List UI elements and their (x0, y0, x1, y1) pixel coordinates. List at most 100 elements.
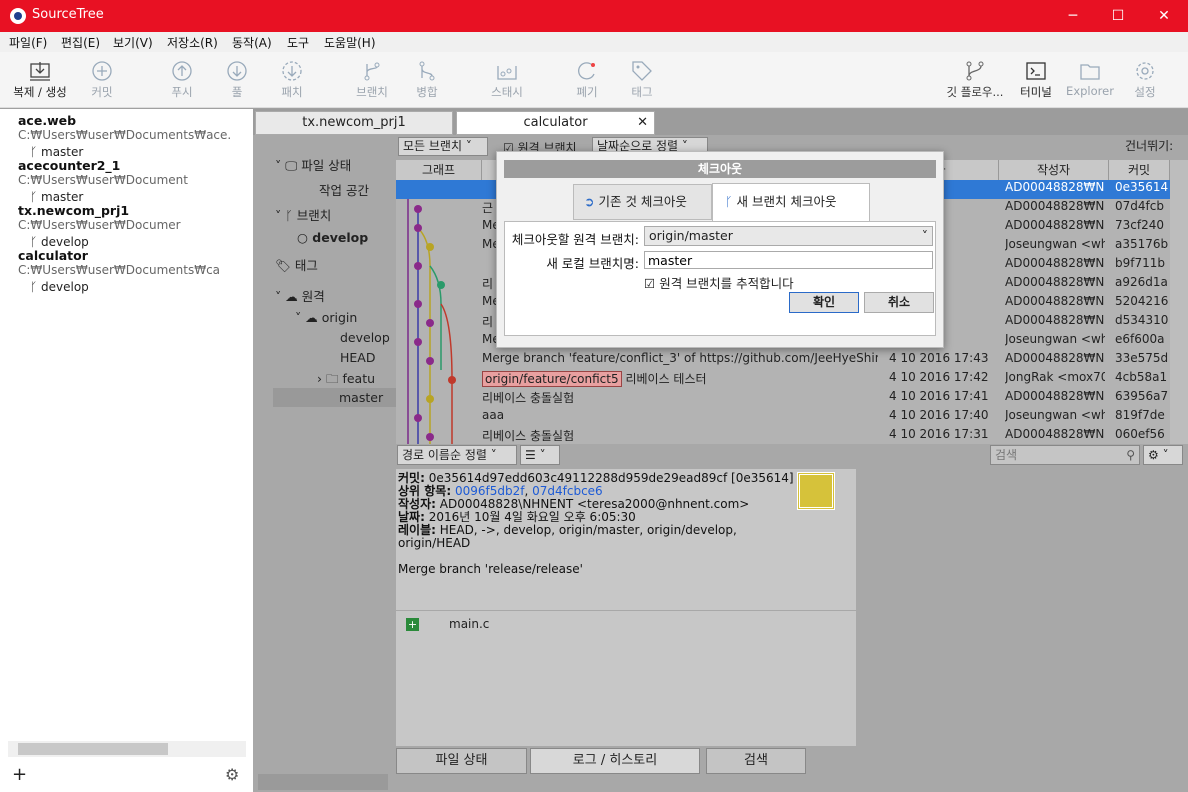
menu-help[interactable]: 도움말(H) (324, 34, 376, 51)
tree-file-status[interactable]: ˅ 🖵 파일 상태 (275, 155, 351, 174)
tree-workspace[interactable]: 작업 공간 (319, 180, 369, 199)
table-row[interactable]: 리베이스 충돌실험 4 10 2016 17:41 AD00048828₩NH 639… (396, 389, 1170, 408)
branch-icon: ᚴ (725, 194, 733, 209)
settings-button[interactable]: 설정 (1113, 52, 1177, 108)
all-branches-dropdown[interactable]: 모든 브랜치 ˅ (398, 137, 488, 156)
parent-link[interactable]: 0096f5db2f (455, 484, 525, 498)
plus-circle-icon (92, 61, 112, 81)
commit-button[interactable]: 커밋 (70, 52, 134, 108)
repo-settings-gear-icon[interactable]: ⚙ (225, 765, 239, 784)
skip-label: 건너뛰기: (1125, 139, 1174, 153)
log-vertical-scrollbar[interactable] (1170, 160, 1188, 444)
dialog-title: 체크아웃 (504, 160, 936, 178)
options-gear-dropdown[interactable]: ⚙ ˅ (1143, 445, 1183, 465)
repo-item[interactable]: calculator C:₩Users₩user₩Documents₩ca ᚴ … (18, 248, 253, 294)
column-commit[interactable]: 커밋 (1109, 160, 1170, 180)
menu-repository[interactable]: 저장소(R) (167, 34, 218, 51)
changed-files: + main.c (396, 611, 856, 746)
path-sort-dropdown[interactable]: 경로 이름순 정렬 ˅ (397, 445, 517, 465)
list-item[interactable]: + main.c (406, 617, 489, 631)
merge-button[interactable]: 병합 (395, 52, 459, 108)
local-branch-input[interactable] (644, 251, 933, 269)
table-row[interactable]: aaa 4 10 2016 17:40 Joseungwan <wh7 819f7de (396, 408, 1170, 427)
arrow-down-circle-icon (227, 61, 247, 81)
table-row[interactable]: Merge branch 'feature/conflict_3' of htt… (396, 351, 1170, 370)
tree-remote-head[interactable]: HEAD (340, 350, 375, 365)
tag-button[interactable]: 태그 (610, 52, 674, 108)
chevron-down-icon: ˅ (921, 228, 928, 243)
scrollbar-thumb[interactable] (18, 743, 168, 755)
menu-bar: 파일(F) 편집(E) 보기(V) 저장소(R) 동작(A) 도구 도움말(H) (0, 32, 1188, 52)
fetch-button[interactable]: 패치 (260, 52, 324, 108)
tree-branches[interactable]: ˅ ᚴ 브랜치 (275, 205, 331, 224)
tab-search[interactable]: 검색 (706, 748, 806, 774)
menu-tools[interactable]: 도구 (287, 34, 309, 51)
git-flow-icon (966, 61, 984, 81)
fetch-icon (282, 61, 302, 81)
close-tab-icon[interactable]: ✕ (637, 112, 648, 134)
tab-file-status[interactable]: 파일 상태 (396, 748, 527, 774)
search-icon: ⚲ (1126, 448, 1135, 462)
repo-tree: ˅ 🖵 파일 상태 작업 공간 ˅ ᚴ 브랜치 ○ develop 🏷 태그 ˅… (253, 135, 396, 775)
repo-item[interactable]: acecounter2_1 C:₩Users₩user₩Document ᚴ m… (18, 158, 253, 204)
repo-item[interactable]: ace.web C:₩Users₩user₩Documents₩ace. ᚴ m… (18, 113, 253, 159)
parent-link[interactable]: 07d4fcbce6 (532, 484, 603, 498)
stash-button[interactable]: 스태시 (475, 52, 539, 108)
window-title: SourceTree (32, 7, 104, 22)
repo-branch: ᚴ develop (30, 235, 89, 249)
repo-branch: ᚴ develop (30, 280, 89, 294)
tab-txnewcom[interactable]: tx.newcom_prj1 (255, 111, 453, 135)
tree-remote-develop[interactable]: develop (340, 330, 390, 345)
repository-list: ace.web C:₩Users₩user₩Documents₩ace. ᚴ m… (0, 109, 253, 792)
gear-icon: ⚙ (1148, 448, 1159, 462)
arrow-right-circle-icon: ➲ (584, 194, 595, 209)
repo-tabs: tx.newcom_prj1 calculator ✕ (253, 109, 1188, 135)
list-icon: ☰ (525, 448, 536, 462)
menu-actions[interactable]: 동작(A) (232, 34, 272, 51)
cancel-button[interactable]: 취소 (864, 292, 934, 313)
tree-tags[interactable]: 🏷 태그 (275, 255, 318, 274)
tree-branch-develop[interactable]: ○ develop (297, 230, 368, 245)
view-mode-dropdown[interactable]: ☰ ˅ (520, 445, 560, 465)
repo-item[interactable]: tx.newcom_prj1 C:₩Users₩user₩Documer ᚴ d… (18, 203, 253, 249)
menu-view[interactable]: 보기(V) (113, 34, 153, 51)
remote-branch-select[interactable]: origin/master ˅ (644, 226, 933, 246)
tab-checkout-existing[interactable]: ➲ 기존 것 체크아웃 (573, 184, 712, 220)
minimize-button[interactable]: ─ (1050, 0, 1096, 32)
add-repo-button[interactable]: + (12, 764, 27, 785)
maximize-button[interactable]: ☐ (1095, 0, 1141, 32)
branch-icon (364, 62, 380, 81)
tab-calculator[interactable]: calculator ✕ (456, 111, 655, 135)
tree-remote-master[interactable]: master (273, 388, 396, 407)
avatar (797, 472, 835, 510)
tree-remotes[interactable]: ˅ ☁ 원격 (275, 286, 325, 305)
tag-icon (632, 61, 652, 81)
horizontal-scrollbar[interactable] (258, 774, 388, 790)
tab-log-history[interactable]: 로그 / 히스토리 (530, 748, 700, 774)
title-bar: SourceTree ─ ☐ ✕ (0, 0, 1188, 32)
column-author[interactable]: 작성자 (999, 160, 1109, 180)
repo-branch: ᚴ master (30, 190, 84, 204)
terminal-icon (1026, 62, 1046, 80)
tree-origin[interactable]: ˅ ☁ origin (295, 310, 357, 325)
close-button[interactable]: ✕ (1141, 0, 1187, 32)
stash-icon (497, 66, 517, 80)
table-row[interactable]: origin/feature/confict5 리베이스 테스터 4 10 201… (396, 370, 1170, 389)
column-graph[interactable]: 그래프 (396, 160, 482, 180)
track-remote-checkbox[interactable]: ☑ 원격 브랜치를 추적합니다 (644, 273, 794, 292)
git-flow-button[interactable]: 깃 플로우... (940, 52, 1010, 108)
table-row[interactable]: 리베이스 충돌실험 4 10 2016 17:31 AD00048828₩NH 060… (396, 427, 1170, 444)
diff-pane (857, 469, 1188, 746)
menu-edit[interactable]: 편집(E) (61, 34, 100, 51)
horizontal-scrollbar[interactable] (8, 741, 246, 757)
search-input[interactable]: 검색 ⚲ (990, 445, 1140, 465)
download-icon (30, 62, 50, 81)
menu-file[interactable]: 파일(F) (9, 34, 47, 51)
ok-button[interactable]: 확인 (789, 292, 859, 313)
branch-icon: ᚴ (30, 235, 42, 249)
arrow-up-circle-icon (172, 61, 192, 81)
tab-checkout-new-branch[interactable]: ᚴ 새 브랜치 체크아웃 (712, 183, 870, 221)
clone-button[interactable]: 복제 / 생성 (5, 52, 75, 108)
branch-icon: ᚴ (30, 145, 42, 159)
sourcetree-logo-icon (10, 8, 26, 24)
